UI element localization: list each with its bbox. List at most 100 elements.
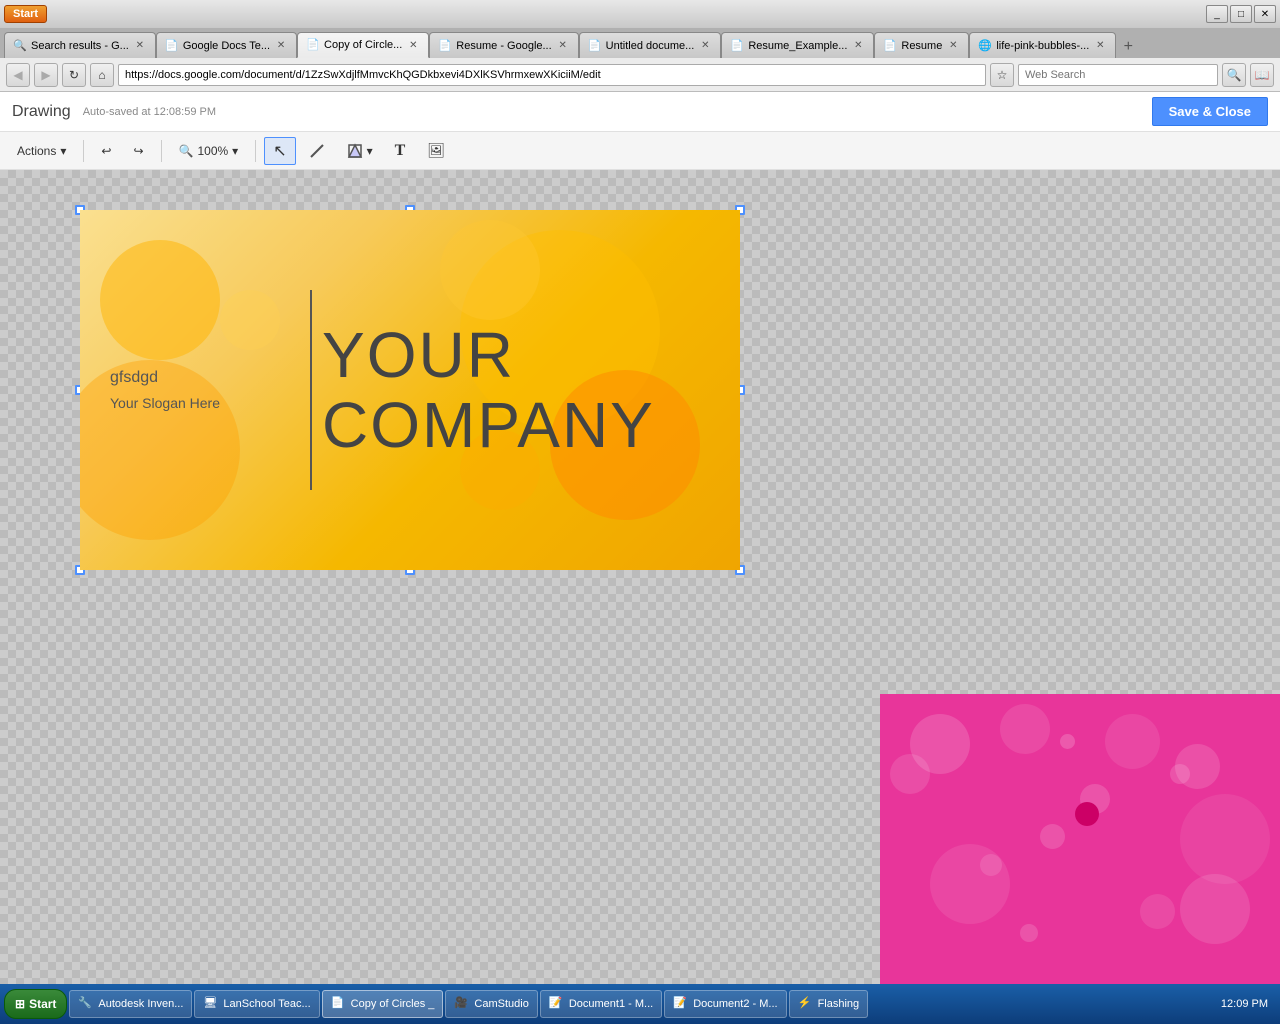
bookmark-button[interactable]: ☆	[990, 63, 1014, 87]
card-company-line2: COMPANY	[322, 390, 655, 460]
tab-favicon: 📄	[883, 39, 897, 53]
flashing-icon: ⚡	[798, 996, 814, 1012]
new-tab-button[interactable]: +	[1116, 36, 1140, 58]
card-left-section: gfsdgd Your Slogan Here	[80, 369, 300, 411]
search-input[interactable]	[1018, 64, 1218, 86]
drawing-overlay: Drawing Auto-saved at 12:08:59 PM Save &…	[0, 92, 1280, 984]
text-tool-button[interactable]: T	[386, 137, 415, 165]
tab-resume-google[interactable]: 📄 Resume - Google... ✕	[429, 32, 578, 58]
toolbar-separator-3	[255, 140, 256, 162]
doc2-icon: 📝	[673, 996, 689, 1012]
tab-close-icon[interactable]: ✕	[851, 39, 865, 53]
undo-button[interactable]: ↩	[92, 137, 120, 165]
tab-close-icon[interactable]: ✕	[1093, 39, 1107, 53]
start-label: Start	[29, 997, 56, 1011]
close-button[interactable]: ✕	[1254, 5, 1276, 23]
drawing-title-section: Drawing Auto-saved at 12:08:59 PM	[12, 103, 216, 121]
start-button[interactable]: ⊞ Start	[4, 989, 67, 1019]
minimize-button[interactable]: _	[1206, 5, 1228, 23]
text-icon: T	[395, 142, 406, 160]
tab-copy-of-circle[interactable]: 📄 Copy of Circle... ✕	[297, 32, 429, 58]
card-content: gfsdgd Your Slogan Here YOUR COMPANY	[80, 210, 740, 570]
tab-bar: 🔍 Search results - G... ✕ 📄 Google Docs …	[0, 28, 1280, 58]
taskbar-item-lanschool-label: LanSchool Teac...	[223, 998, 310, 1010]
maximize-button[interactable]: □	[1230, 5, 1252, 23]
tab-resume[interactable]: 📄 Resume ✕	[874, 32, 969, 58]
card-company: YOUR COMPANY	[322, 320, 655, 461]
actions-label: Actions	[17, 144, 56, 158]
tab-google-docs[interactable]: 📄 Google Docs Te... ✕	[156, 32, 297, 58]
redo-button[interactable]: ↪	[124, 137, 152, 165]
card-divider	[310, 290, 312, 490]
taskbar-item-copy-circles-label: Copy of Circles _	[351, 998, 435, 1010]
tab-close-icon[interactable]: ✕	[556, 39, 570, 53]
toolbar-separator-1	[83, 140, 84, 162]
forward-button[interactable]: ▶	[34, 63, 58, 87]
shape-tool-button[interactable]: ▾	[338, 137, 382, 165]
taskbar-item-doc2-label: Document2 - M...	[693, 998, 777, 1010]
tab-close-icon[interactable]: ✕	[698, 39, 712, 53]
save-close-button[interactable]: Save & Close	[1152, 97, 1268, 126]
search-go-button[interactable]: 🔍	[1222, 63, 1246, 87]
select-tool-button[interactable]: ↖	[264, 137, 295, 165]
tab-favicon: 🔍	[13, 39, 27, 53]
undo-icon: ↩	[101, 144, 111, 158]
pbubble-15	[1020, 924, 1038, 942]
reload-button[interactable]: ↻	[62, 63, 86, 87]
bookmarks-button[interactable]: 📖	[1250, 63, 1274, 87]
selected-image[interactable]: gfsdgd Your Slogan Here YOUR COMPANY	[80, 210, 740, 570]
url-input[interactable]	[118, 64, 986, 86]
taskbar: ⊞ Start 🔧 Autodesk Inven... 🖥 LanSchool …	[0, 984, 1280, 1024]
zoom-label: 100%	[197, 144, 228, 158]
tab-untitled-doc[interactable]: 📄 Untitled docume... ✕	[579, 32, 722, 58]
tab-favicon: 🌐	[978, 39, 992, 53]
firefox-button[interactable]: Start	[4, 5, 47, 23]
copy-circles-icon: 📄	[331, 996, 347, 1012]
back-button[interactable]: ◀	[6, 63, 30, 87]
redo-icon: ↪	[133, 144, 143, 158]
tab-resume-example[interactable]: 📄 Resume_Example... ✕	[721, 32, 874, 58]
taskbar-item-doc1[interactable]: 📝 Document1 - M...	[540, 990, 662, 1018]
pbubble-13	[1060, 734, 1075, 749]
actions-button[interactable]: Actions ▾	[8, 137, 75, 165]
cursor-icon: ↖	[273, 141, 286, 161]
taskbar-item-flashing[interactable]: ⚡ Flashing	[789, 990, 869, 1018]
tab-life-pink-bubbles[interactable]: 🌐 life-pink-bubbles-... ✕	[969, 32, 1116, 58]
tab-label: life-pink-bubbles-...	[996, 40, 1089, 52]
taskbar-item-doc1-label: Document1 - M...	[569, 998, 653, 1010]
pbubble-10	[1105, 714, 1160, 769]
pbubble-11	[1170, 764, 1190, 784]
drawing-title: Drawing	[12, 103, 71, 121]
image-tool-button[interactable]: 🖼	[418, 137, 454, 165]
pink-bubbles-image	[880, 694, 1280, 984]
tab-close-icon[interactable]: ✕	[946, 39, 960, 53]
tab-favicon: 📄	[438, 39, 452, 53]
tab-close-icon[interactable]: ✕	[274, 39, 288, 53]
doc1-icon: 📝	[549, 996, 565, 1012]
pbubble-6	[1180, 874, 1250, 944]
pbubble-14	[980, 854, 1002, 876]
taskbar-item-camstudio[interactable]: 🎥 CamStudio	[445, 990, 537, 1018]
title-bar: Start _ □ ✕	[0, 0, 1280, 28]
zoom-button[interactable]: 🔍 100% ▾	[170, 137, 248, 165]
tab-favicon: 📄	[730, 39, 744, 53]
taskbar-item-autodesk[interactable]: 🔧 Autodesk Inven...	[69, 990, 192, 1018]
actions-dropdown-icon: ▾	[60, 144, 66, 158]
drawing-canvas[interactable]: gfsdgd Your Slogan Here YOUR COMPANY	[0, 170, 1280, 984]
tab-favicon: 📄	[306, 38, 320, 52]
shape-dropdown-icon: ▾	[367, 144, 373, 158]
shape-icon	[347, 143, 363, 159]
tab-label: Resume_Example...	[748, 40, 847, 52]
card-company-line1: YOUR	[322, 320, 655, 390]
tab-label: Copy of Circle...	[324, 39, 402, 51]
tab-label: Google Docs Te...	[183, 40, 270, 52]
pbubble-8	[1040, 824, 1065, 849]
taskbar-item-doc2[interactable]: 📝 Document2 - M...	[664, 990, 786, 1018]
taskbar-item-copy-circles[interactable]: 📄 Copy of Circles _	[322, 990, 444, 1018]
home-button[interactable]: ⌂	[90, 63, 114, 87]
tab-search-results[interactable]: 🔍 Search results - G... ✕	[4, 32, 156, 58]
tab-close-icon[interactable]: ✕	[406, 38, 420, 52]
tab-close-icon[interactable]: ✕	[133, 39, 147, 53]
taskbar-item-lanschool[interactable]: 🖥 LanSchool Teac...	[194, 990, 319, 1018]
line-tool-button[interactable]	[300, 137, 334, 165]
